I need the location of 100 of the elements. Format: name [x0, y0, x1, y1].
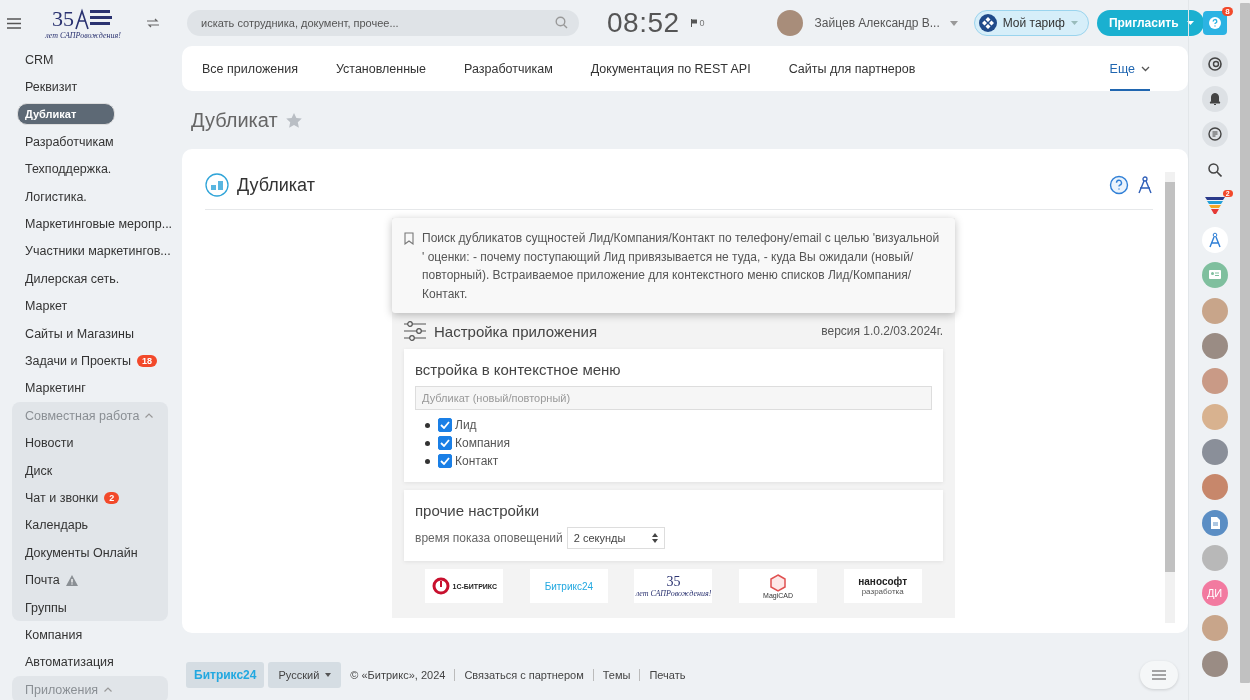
tab[interactable]: Сайты для партнеров: [788, 46, 916, 91]
partner-logo[interactable]: нанософт разработка: [843, 569, 922, 603]
document-icon[interactable]: [1201, 509, 1228, 536]
funnel-icon[interactable]: [1204, 194, 1225, 215]
user-avatar[interactable]: [1201, 615, 1228, 642]
flag-count: 0: [699, 18, 705, 28]
compass-icon[interactable]: [1201, 227, 1228, 254]
tab[interactable]: Установленные: [335, 46, 427, 91]
menu-icon[interactable]: [7, 17, 21, 29]
tab[interactable]: Разработчикам: [464, 46, 553, 91]
chat-icon[interactable]: [1201, 121, 1228, 148]
sidebar-item[interactable]: Реквизит: [25, 80, 78, 95]
checkbox-label[interactable]: Компания: [455, 436, 510, 450]
sidebar-item[interactable]: Задачи и Проекты: [25, 354, 132, 368]
sidebar-item[interactable]: Новости: [25, 436, 74, 451]
sidebar-item[interactable]: Участники маркетингов...: [25, 244, 171, 259]
chat-button[interactable]: [1140, 661, 1178, 689]
checkbox[interactable]: [438, 454, 452, 468]
app-description: Поиск дубликатов сущностей Лид/Компания/Контакт по телефону/email с целью 'визуальной ' оценки: - почему поступающий Лид привязывается не туда, - куда Вы ожидали (новый/повторный). Встраиваемое приложение для контекстного меню списков Лид/Компания/Контакт.: [422, 230, 941, 303]
checkbox-label[interactable]: Контакт: [455, 454, 499, 468]
bell-icon[interactable]: [1201, 85, 1228, 112]
sidebar-item[interactable]: Маркетинг: [25, 381, 86, 396]
user-avatar[interactable]: [1201, 650, 1228, 677]
flag-icon[interactable]: [690, 19, 697, 27]
settings-title: Настройка приложения: [434, 322, 598, 340]
tab[interactable]: Еще: [1109, 46, 1150, 91]
duration-select[interactable]: 2 секунды: [566, 527, 665, 549]
search-icon[interactable]: [1207, 162, 1222, 177]
sidebar-item[interactable]: Группы: [25, 600, 67, 615]
count-badge: 18: [137, 355, 158, 367]
chevron-icon[interactable]: [145, 413, 154, 419]
help-icon[interactable]: [1109, 175, 1129, 195]
caret-icon: [325, 673, 332, 677]
sidebar-item[interactable]: Дилерская сеть.: [25, 271, 120, 286]
help-button[interactable]: [1202, 11, 1227, 35]
footer-link[interactable]: Связаться с партнером: [454, 669, 593, 681]
notification-badge: 8: [1222, 7, 1233, 16]
section-title: прочие настройки: [415, 502, 541, 519]
search-field[interactable]: искать сотрудника, документ, прочее...: [187, 10, 579, 36]
app-icon: [205, 173, 229, 197]
chevron-icon[interactable]: [104, 687, 113, 693]
sliders-icon: [404, 321, 426, 341]
sidebar-item[interactable]: Дубликат: [17, 103, 115, 126]
checkbox[interactable]: [438, 418, 452, 432]
bullet-dot: [425, 440, 430, 446]
checkbox-label[interactable]: Лид: [455, 418, 477, 432]
sidebar-item[interactable]: Техподдержка.: [25, 162, 112, 177]
user-name[interactable]: Зайцев Александр В...: [814, 16, 940, 30]
page-title: Дубликат: [191, 108, 278, 132]
sidebar-item[interactable]: Документы Онлайн: [25, 545, 138, 560]
contact-card-icon[interactable]: [1201, 262, 1228, 289]
tab[interactable]: Документация по REST API: [590, 46, 751, 91]
user-avatar[interactable]: [1201, 544, 1228, 571]
user-avatar[interactable]: [1201, 403, 1228, 430]
caret-icon: [1186, 21, 1194, 25]
field-label: время показа оповещений: [415, 531, 563, 545]
sidebar-item[interactable]: Маркетинговые меропр...: [25, 217, 173, 232]
sidebar-item[interactable]: Почта: [25, 573, 60, 588]
sidebar-item[interactable]: Логистика.: [25, 189, 87, 204]
clock: 08:52: [607, 7, 680, 39]
swap-icon[interactable]: [147, 18, 159, 28]
bookmark-icon: [404, 232, 414, 245]
copyright: © «Битрикс», 2024: [349, 669, 447, 681]
section-title: встройка в контекстное меню: [415, 361, 622, 378]
compass-icon[interactable]: [1137, 176, 1153, 194]
user-avatar[interactable]: [1201, 438, 1228, 465]
logo-number: 35: [52, 7, 74, 30]
menu-icon: [1152, 670, 1166, 680]
sidebar-item[interactable]: Маркет: [25, 299, 68, 314]
spiral-icon[interactable]: [1201, 50, 1228, 77]
sidebar-item[interactable]: Сайты и Магазины: [25, 326, 134, 341]
tariff-button[interactable]: Мой тариф: [973, 10, 1089, 36]
star-icon[interactable]: [285, 112, 302, 128]
footer-link[interactable]: Темы: [592, 669, 640, 681]
scrollbar[interactable]: [1165, 172, 1175, 623]
user-avatar[interactable]: [1201, 297, 1228, 324]
count-badge: 2: [104, 491, 120, 504]
user-avatar[interactable]: [1201, 368, 1228, 395]
user-avatar[interactable]: [776, 10, 803, 36]
checkbox[interactable]: [438, 436, 452, 450]
caret-icon[interactable]: [949, 20, 958, 26]
sidebar-item[interactable]: Календарь: [25, 518, 89, 533]
diamond-icon: [978, 14, 997, 32]
user-avatar[interactable]: [1201, 474, 1228, 501]
spinner-arrows-icon: [651, 533, 658, 543]
menu-name-field[interactable]: Дубликат (новый/повторный): [415, 386, 932, 410]
sidebar-item[interactable]: Диск: [25, 463, 53, 478]
app-title: Дубликат: [237, 174, 315, 196]
sidebar-item[interactable]: Чат и звонки: [25, 490, 99, 505]
language-select[interactable]: Русский: [268, 662, 342, 688]
help-icon: [1207, 16, 1222, 30]
partner-logo[interactable]: 35 лет САПРовождения!: [634, 569, 713, 603]
tab[interactable]: Все приложения: [202, 46, 298, 91]
user-avatar[interactable]: [1201, 333, 1228, 359]
sidebar-item[interactable]: Разработчикам: [25, 134, 114, 149]
sidebar-item[interactable]: Автоматизация: [25, 655, 114, 670]
footer-link[interactable]: Печать: [639, 669, 695, 681]
sidebar-item[interactable]: Компания: [25, 627, 83, 642]
sidebar-item[interactable]: CRM: [25, 52, 54, 67]
logo-tagline: лет САПРовождения!: [45, 30, 121, 40]
